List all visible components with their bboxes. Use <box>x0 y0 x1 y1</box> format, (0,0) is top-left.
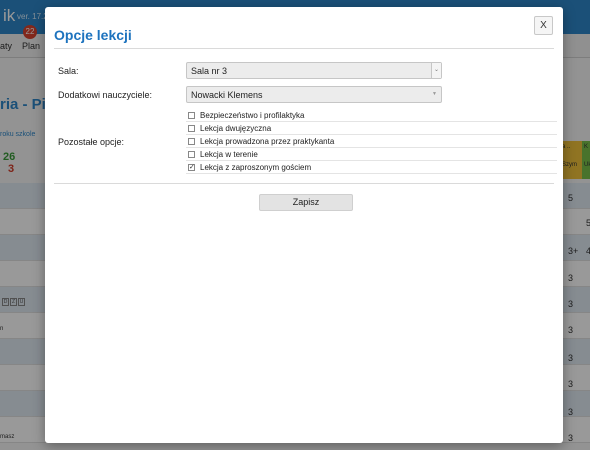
option-label: Lekcja prowadzona przez praktykanta <box>200 137 335 146</box>
lesson-options-dialog: Opcje lekcji X Sala: Sala nr 3 ⌄ Dodatko… <box>45 7 563 443</box>
teachers-select[interactable]: Nowacki Klemens ▼ <box>186 86 442 103</box>
dialog-title: Opcje lekcji <box>54 27 132 43</box>
option-trainee[interactable]: Lekcja prowadzona przez praktykanta <box>186 135 557 148</box>
divider <box>54 48 554 49</box>
close-button[interactable]: X <box>534 16 553 35</box>
room-label: Sala: <box>58 66 79 76</box>
checkbox[interactable] <box>188 125 195 132</box>
room-select-value: Sala nr 3 <box>191 66 228 76</box>
option-label: Lekcja dwujęzyczna <box>200 124 272 133</box>
option-label: Lekcja w terenie <box>200 150 258 159</box>
divider <box>54 183 554 184</box>
caret-down-icon: ▼ <box>432 91 437 97</box>
checkbox[interactable] <box>188 112 195 119</box>
dropdown-button[interactable]: ⌄ <box>431 63 441 78</box>
checkbox[interactable] <box>188 151 195 158</box>
teachers-select-value: Nowacki Klemens <box>191 90 263 100</box>
option-label: Lekcja z zaproszonym gościem <box>200 163 312 172</box>
checkbox[interactable] <box>188 138 195 145</box>
option-guest-lesson[interactable]: ✓ Lekcja z zaproszonym gościem <box>186 161 557 174</box>
option-field-lesson[interactable]: Lekcja w terenie <box>186 148 557 161</box>
teachers-label: Dodatkowi nauczyciele: <box>58 90 153 100</box>
option-safety[interactable]: Bezpieczeństwo i profilaktyka <box>186 109 557 122</box>
room-select[interactable]: Sala nr 3 ⌄ <box>186 62 442 79</box>
checkbox-checked[interactable]: ✓ <box>188 164 195 171</box>
save-button[interactable]: Zapisz <box>259 194 353 211</box>
chevron-down-icon: ⌄ <box>433 67 439 73</box>
option-label: Bezpieczeństwo i profilaktyka <box>200 111 305 120</box>
option-bilingual[interactable]: Lekcja dwujęzyczna <box>186 122 557 135</box>
other-options-label: Pozostałe opcje: <box>58 137 125 147</box>
